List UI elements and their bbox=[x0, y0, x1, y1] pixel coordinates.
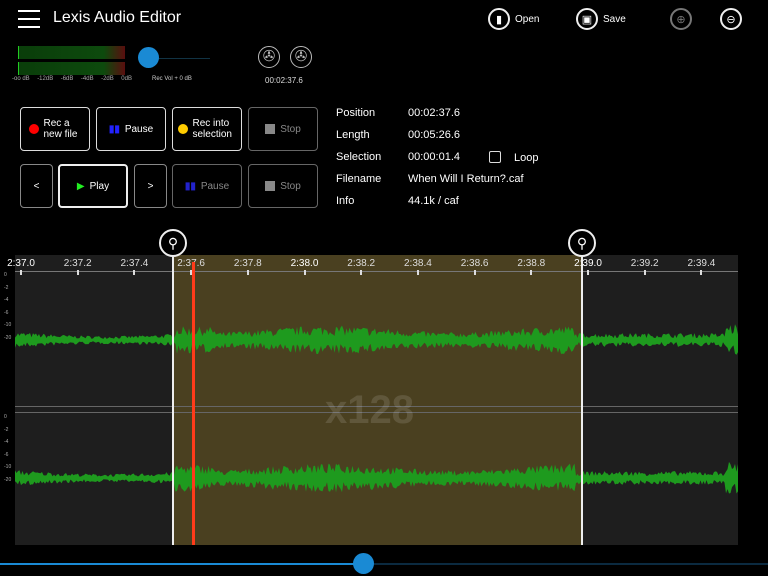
position-value: 00:02:37.6 bbox=[408, 107, 460, 119]
info-value: 44.1k / caf bbox=[408, 195, 459, 207]
waveform-channel-1 bbox=[15, 324, 738, 355]
level-meter-left bbox=[18, 46, 125, 59]
ruler-tick-mark bbox=[643, 270, 646, 275]
pause-icon: ▮▮ bbox=[108, 123, 120, 135]
ruler-tick-mark bbox=[360, 270, 363, 275]
y-axis-label: -6 bbox=[4, 309, 9, 316]
info-label: Info bbox=[336, 195, 355, 207]
y-axis-label: -20 bbox=[4, 334, 12, 341]
next-button[interactable]: > bbox=[134, 164, 167, 208]
position-label: Position bbox=[336, 107, 376, 119]
selection-start-handle[interactable]: ⚲ bbox=[159, 229, 187, 257]
filename-value: When Will I Return?.caf bbox=[408, 173, 524, 185]
scroll-track-filled bbox=[0, 563, 363, 565]
ruler-tick-mark bbox=[303, 270, 306, 275]
ruler-tick-mark bbox=[700, 270, 703, 275]
y-axis-label: -10 bbox=[4, 464, 12, 470]
y-axis-label: -6 bbox=[4, 451, 9, 458]
ruler-tick-label: 2:39.4 bbox=[687, 258, 716, 269]
previous-button[interactable]: < bbox=[20, 164, 53, 208]
y-axis-label: -2 bbox=[4, 426, 9, 433]
loop-checkbox[interactable] bbox=[489, 151, 501, 163]
floppy-icon: ▣ bbox=[576, 8, 598, 30]
pause-playback-button[interactable]: ▮▮ Pause bbox=[172, 164, 242, 208]
open-button[interactable]: ▮ Open bbox=[488, 8, 539, 30]
y-axis-label: 0 bbox=[4, 272, 7, 278]
ruler-tick-label: 2:38.6 bbox=[460, 258, 489, 269]
ruler-tick-label: 2:37.4 bbox=[120, 258, 149, 269]
ruler-tick-mark bbox=[76, 270, 79, 275]
ruler-tick-label: 2:37.8 bbox=[233, 258, 262, 269]
ruler-tick-label: 2:39.0 bbox=[574, 258, 602, 269]
meter-scale: -oo dB -12dB -6dB -4dB -2dB 0dB bbox=[12, 76, 132, 82]
menu-icon[interactable] bbox=[18, 10, 40, 28]
pause-button[interactable]: ▮▮ Pause bbox=[96, 107, 166, 151]
ruler-tick-mark bbox=[133, 270, 136, 275]
zoom-in-icon[interactable]: ⊕ bbox=[670, 8, 692, 30]
stop-button[interactable]: Stop bbox=[248, 107, 318, 151]
ruler-tick-mark bbox=[473, 270, 476, 275]
length-value: 00:05:26.6 bbox=[408, 129, 460, 141]
record-time: 00:02:37.6 bbox=[265, 76, 303, 85]
ruler-tick-label: 2:38.8 bbox=[517, 258, 546, 269]
playhead[interactable] bbox=[192, 262, 195, 545]
selection-start-line[interactable] bbox=[172, 255, 174, 545]
filename-label: Filename bbox=[336, 173, 382, 185]
rec-into-selection-button[interactable]: Rec into selection bbox=[172, 107, 242, 151]
record-icon bbox=[28, 124, 39, 134]
y-axis-label: -2 bbox=[4, 284, 9, 291]
y-axis-label: -4 bbox=[4, 439, 9, 445]
tape-reel-icon: ✇ bbox=[258, 46, 280, 68]
stop-playback-button[interactable]: Stop bbox=[248, 164, 318, 208]
save-button[interactable]: ▣ Save bbox=[576, 8, 626, 30]
rec-new-file-button[interactable]: Rec a new file bbox=[20, 107, 90, 151]
ruler-tick-mark bbox=[246, 270, 249, 275]
zoom-out-icon[interactable]: ⊖ bbox=[720, 8, 742, 30]
loop-label: Loop bbox=[514, 152, 539, 164]
record-icon bbox=[177, 124, 188, 134]
rec-volume-thumb[interactable] bbox=[138, 47, 159, 68]
ruler-tick-label: 2:38.2 bbox=[347, 258, 376, 269]
ruler-tick-mark bbox=[587, 270, 589, 275]
y-axis-label: -10 bbox=[4, 322, 12, 328]
play-icon: ▶ bbox=[76, 180, 85, 192]
selection-end-line[interactable] bbox=[581, 255, 583, 545]
ruler-tick-label: 2:38.0 bbox=[290, 258, 319, 269]
file-icon: ▮ bbox=[488, 8, 510, 30]
selection-label: Selection bbox=[336, 151, 382, 163]
length-label: Length bbox=[336, 129, 370, 141]
ruler-tick-label: 2:37.2 bbox=[63, 258, 92, 269]
ruler-tick-mark bbox=[416, 270, 419, 275]
ruler-tick-mark bbox=[530, 270, 533, 275]
ruler-tick-label: 2:38.4 bbox=[403, 258, 432, 269]
y-axis-label: -4 bbox=[4, 297, 9, 303]
y-axis-label: 0 bbox=[4, 414, 7, 420]
ruler-tick-label: 2:39.2 bbox=[630, 258, 659, 269]
pause-icon: ▮▮ bbox=[184, 180, 196, 192]
zoom-level-watermark: x128 bbox=[325, 388, 414, 432]
selection-end-handle[interactable]: ⚲ bbox=[568, 229, 596, 257]
scroll-thumb[interactable] bbox=[353, 553, 374, 574]
tape-reel-icon: ✇ bbox=[290, 46, 312, 68]
ruler-line bbox=[15, 271, 738, 272]
stop-icon bbox=[265, 181, 276, 191]
ruler-tick-mark bbox=[20, 270, 22, 275]
stop-icon bbox=[265, 124, 276, 134]
rec-volume-label: Rec Vol + 0 dB bbox=[152, 76, 192, 82]
y-axis-label: -20 bbox=[4, 476, 12, 483]
level-meter-right bbox=[18, 62, 125, 75]
play-button[interactable]: ▶ Play bbox=[58, 164, 128, 208]
ruler-tick-label: 2:37.0 bbox=[7, 258, 35, 269]
selection-value: 00:00:01.4 bbox=[408, 151, 460, 163]
app-title: Lexis Audio Editor bbox=[53, 9, 182, 26]
waveform-channel-2 bbox=[15, 461, 738, 494]
